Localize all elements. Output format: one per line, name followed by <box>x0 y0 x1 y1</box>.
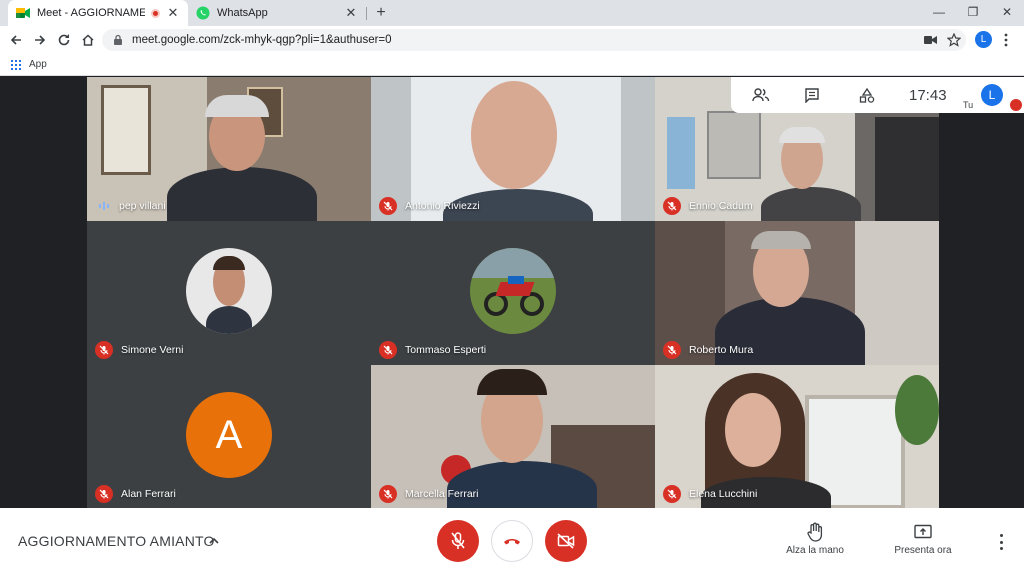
participant-nameplate: Simone Verni <box>95 341 183 359</box>
tab-separator <box>366 7 367 20</box>
restore-icon[interactable]: ❐ <box>956 0 990 26</box>
tab-title: Meet - AGGIORNAMENTO AMIANTO <box>37 7 145 19</box>
more-options-icon[interactable] <box>994 532 1008 552</box>
participant-name: Antonio Riviezzi <box>405 200 480 212</box>
browser-menu-icon[interactable] <box>996 30 1016 50</box>
close-tab-icon[interactable]: ✕ <box>166 5 180 21</box>
plant <box>895 375 939 445</box>
participant-nameplate: Elena Lucchini <box>663 485 757 503</box>
room-background <box>855 221 939 365</box>
home-icon[interactable] <box>78 30 98 50</box>
mic-off-icon <box>379 341 397 359</box>
participant-nameplate: Tommaso Esperti <box>379 341 486 359</box>
participant-avatar-photo <box>186 248 272 334</box>
bookmark-star-icon[interactable] <box>944 30 964 50</box>
hand-icon <box>807 522 823 542</box>
clock: 17:43 <box>909 87 947 104</box>
participant-nameplate: Antonio Riviezzi <box>379 197 480 215</box>
self-mic-off-icon <box>1010 99 1022 111</box>
participant-name: Ennio Cadum <box>689 200 753 212</box>
mic-off-icon <box>95 341 113 359</box>
mic-off-icon <box>95 485 113 503</box>
wall-picture <box>707 111 761 179</box>
chevron-up-icon[interactable] <box>207 534 221 548</box>
participant-name: Tommaso Esperti <box>405 344 487 356</box>
participant-tile[interactable]: Roberto Mura <box>655 221 939 365</box>
participant-tile[interactable]: Antonio Riviezzi <box>371 77 655 221</box>
whatsapp-favicon-icon <box>196 6 210 20</box>
participant-name: Simone Verni <box>121 344 184 356</box>
meet-stage: pep villani Antonio Riviezzi Ennio Cadum <box>0 77 1024 509</box>
mic-off-icon <box>451 532 465 549</box>
bookmark-apps[interactable]: App <box>29 59 47 70</box>
browser-toolbar: meet.google.com/zck-mhyk-qgp?pli=1&authu… <box>0 26 1024 54</box>
forward-icon[interactable] <box>30 30 50 50</box>
hang-up-button[interactable] <box>491 520 533 562</box>
profile-avatar[interactable]: L <box>975 31 992 48</box>
tab-meet[interactable]: Meet - AGGIORNAMENTO AMIANTO ✕ <box>8 0 188 26</box>
participants-icon[interactable] <box>751 86 771 104</box>
mic-off-icon <box>663 197 681 215</box>
mic-off-icon <box>379 485 397 503</box>
participant-tile[interactable]: Simone Verni <box>87 221 371 365</box>
camera-in-use-icon[interactable] <box>920 30 940 50</box>
bottom-control-bar: AGGIORNAMENTO AMIANTO Alza la mano Prese… <box>0 508 1024 576</box>
meet-favicon-icon <box>16 8 30 18</box>
apps-grid-icon[interactable] <box>11 59 21 70</box>
address-bar[interactable]: meet.google.com/zck-mhyk-qgp?pli=1&authu… <box>102 29 966 51</box>
participant-tile[interactable]: Elena Lucchini <box>655 365 939 509</box>
bookmarks-bar: App <box>0 54 1024 76</box>
window-frame <box>101 85 151 175</box>
mic-off-icon <box>663 485 681 503</box>
tab-title: WhatsApp <box>217 7 268 19</box>
participant-nameplate: Ennio Cadum <box>663 197 753 215</box>
mic-toggle-button[interactable] <box>437 520 479 562</box>
participant-tile[interactable]: Tommaso Esperti <box>371 221 655 365</box>
recording-indicator-icon <box>151 8 160 18</box>
camera-toggle-button[interactable] <box>545 520 587 562</box>
new-tab-icon[interactable]: + <box>372 4 390 22</box>
poster <box>667 117 695 189</box>
raise-hand-label: Alza la mano <box>786 545 844 556</box>
dark-door <box>875 117 939 221</box>
participant-tile[interactable]: A Alan Ferrari <box>87 365 371 509</box>
reload-icon[interactable] <box>54 30 74 50</box>
mic-off-icon <box>663 341 681 359</box>
participant-nameplate: Roberto Mura <box>663 341 753 359</box>
participant-avatar-motorbike <box>470 248 556 334</box>
tab-whatsapp[interactable]: WhatsApp ✕ <box>188 0 366 26</box>
participant-nameplate: Marcella Ferrari <box>379 485 479 503</box>
participant-name: Elena Lucchini <box>689 488 758 500</box>
mic-off-icon <box>379 197 397 215</box>
mic-active-icon <box>95 197 113 215</box>
participant-avatar-letter: A <box>186 392 272 478</box>
participant-nameplate: pep villani <box>95 197 166 215</box>
raise-hand-button[interactable]: Alza la mano <box>775 522 855 556</box>
back-icon[interactable] <box>6 30 26 50</box>
participant-name: Roberto Mura <box>689 344 754 356</box>
meeting-title[interactable]: AGGIORNAMENTO AMIANTO <box>18 533 215 549</box>
self-avatar[interactable]: L <box>981 84 1003 106</box>
hang-up-icon <box>504 539 520 545</box>
self-label: Tu <box>963 100 974 110</box>
lock-icon <box>114 34 122 45</box>
participant-name: Marcella Ferrari <box>405 488 479 500</box>
participant-tile[interactable]: pep villani <box>87 77 371 221</box>
minimize-icon[interactable]: — <box>922 0 956 26</box>
url-text: meet.google.com/zck-mhyk-qgp?pli=1&authu… <box>132 34 392 46</box>
activities-icon[interactable] <box>857 86 877 104</box>
tab-strip: Meet - AGGIORNAMENTO AMIANTO ✕ WhatsApp … <box>0 0 1024 26</box>
close-tab-icon[interactable]: ✕ <box>344 5 358 21</box>
participant-name: Alan Ferrari <box>121 488 176 500</box>
present-label: Presenta ora <box>894 545 952 556</box>
participant-name: pep villani <box>119 200 166 212</box>
camera-off-icon <box>557 533 575 549</box>
participant-tile[interactable]: Marcella Ferrari <box>371 365 655 509</box>
present-now-button[interactable]: Presenta ora <box>883 522 963 556</box>
participant-nameplate: Alan Ferrari <box>95 485 176 503</box>
chat-icon[interactable] <box>802 86 822 104</box>
present-icon <box>914 524 932 539</box>
close-window-icon[interactable]: ✕ <box>990 0 1024 26</box>
